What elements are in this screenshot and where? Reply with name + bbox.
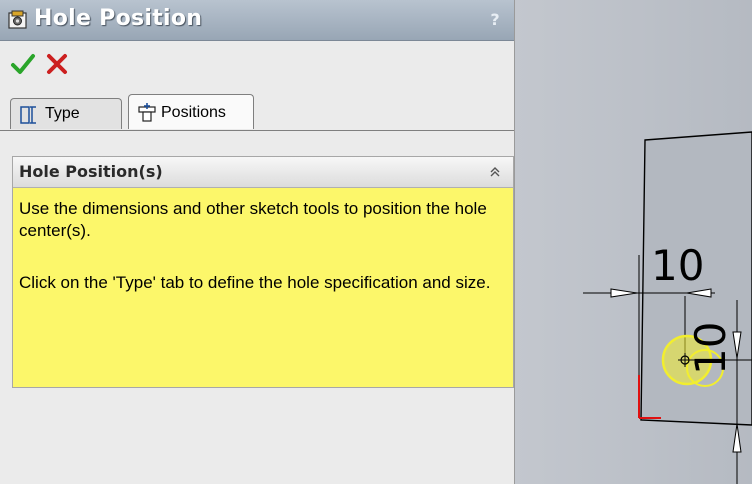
sketch-view: 10 10 [583, 131, 752, 484]
instruction-text: Use the dimensions and other sketch tool… [19, 199, 487, 240]
tab-positions[interactable]: Positions [128, 94, 254, 129]
help-button[interactable]: ? [486, 10, 504, 30]
tab-type-label: Type [45, 105, 80, 122]
tab-strip: Type Positions [0, 94, 514, 130]
window-title: Hole Position [34, 6, 203, 31]
message-box: Use the dimensions and other sketch tool… [13, 188, 513, 387]
property-manager-panel: Hole Position ? Type Positions Hole Posi… [0, 0, 515, 484]
group-header[interactable]: Hole Position(s) [13, 157, 513, 188]
dimension-vertical[interactable]: 10 [686, 322, 735, 375]
hole-type-icon [20, 106, 36, 124]
cancel-x-icon[interactable] [44, 52, 70, 76]
instruction-text: Click on the 'Type' tab to define the ho… [19, 273, 491, 292]
graphics-area[interactable]: 10 10 [515, 0, 752, 484]
arrowhead [610, 288, 638, 298]
hole-wizard-icon [8, 10, 27, 29]
tab-type[interactable]: Type [10, 98, 122, 129]
hole-positions-icon [138, 103, 156, 122]
arrowhead [732, 423, 742, 453]
dimension-horizontal[interactable]: 10 [651, 241, 704, 290]
tab-divider [0, 130, 514, 131]
hole-positions-group: Hole Position(s) Use the dimensions and … [12, 156, 514, 388]
tab-positions-label: Positions [161, 104, 226, 121]
collapse-chevron-icon[interactable] [487, 164, 503, 180]
group-title: Hole Position(s) [19, 162, 163, 181]
ok-checkmark-icon[interactable] [10, 52, 36, 76]
title-bar: Hole Position ? [0, 0, 514, 41]
